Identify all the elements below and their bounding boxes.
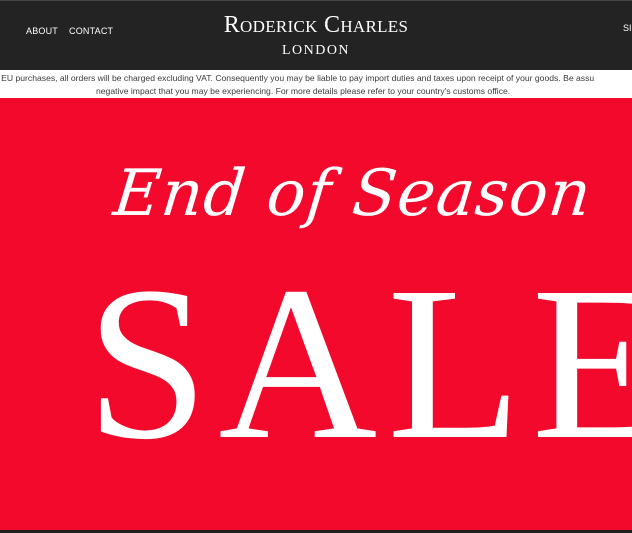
brand-city: LONDON (281, 43, 351, 58)
banner-headline: End of Season (110, 157, 596, 231)
site-header: KE ABOUT CONTACT Roderick Charles LONDON… (0, 0, 632, 70)
vat-notice-line-2: negative impact that you may be experien… (96, 86, 511, 96)
brand-name: Roderick Charles (223, 12, 409, 38)
banner-sale-text: SALE (86, 241, 632, 485)
nav-item-sign-in[interactable]: SI (623, 23, 632, 33)
brand-logo[interactable]: Roderick Charles LONDON (0, 11, 632, 60)
vat-notice: n EU purchases, all orders will be charg… (0, 70, 632, 98)
sale-banner[interactable]: End of Season SALE (0, 98, 632, 533)
page: KE ABOUT CONTACT Roderick Charles LONDON… (0, 0, 632, 533)
vat-notice-line-1: n EU purchases, all orders will be charg… (0, 73, 595, 83)
